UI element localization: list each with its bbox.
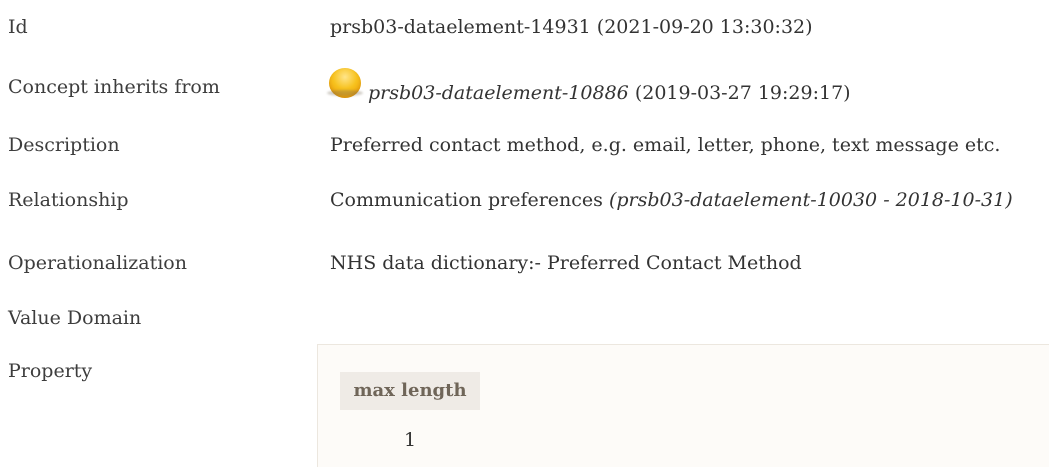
property-column-header: max length: [340, 372, 480, 410]
inherits-value: prsb03-dataelement-10886 (2019-03-27 19:…: [368, 82, 851, 104]
property-label: Property: [8, 360, 93, 382]
relationship-name: Communication preferences: [330, 189, 609, 211]
description-row: Description Preferred contact method, e.…: [0, 134, 1049, 164]
value-domain-label: Value Domain: [8, 307, 142, 329]
relationship-row: Relationship Communication preferences (…: [0, 189, 1049, 219]
inherit-circle-icon: [329, 68, 361, 98]
inherits-label: Concept inherits from: [8, 76, 220, 98]
value-domain-row: Value Domain: [0, 307, 1049, 337]
inherits-row: Concept inherits from prsb03-dataelement…: [0, 68, 1049, 106]
id-row: Id prsb03-dataelement-14931 (2021-09-20 …: [0, 16, 1049, 46]
description-label: Description: [8, 134, 120, 156]
inherits-ref-link[interactable]: prsb03-dataelement-10886: [368, 82, 629, 104]
description-value: Preferred contact method, e.g. email, le…: [330, 134, 1001, 156]
relationship-label: Relationship: [8, 189, 129, 211]
property-table: max length 1: [317, 344, 1049, 467]
operationalization-label: Operationalization: [8, 252, 187, 274]
relationship-ref-link[interactable]: (prsb03-dataelement-10030 - 2018-10-31): [609, 189, 1013, 211]
inherits-date: (2019-03-27 19:29:17): [628, 82, 851, 104]
operationalization-row: Operationalization NHS data dictionary:-…: [0, 252, 1049, 282]
operationalization-value: NHS data dictionary:- Preferred Contact …: [330, 252, 802, 274]
id-label: Id: [8, 16, 28, 38]
id-value: prsb03-dataelement-14931 (2021-09-20 13:…: [330, 16, 813, 38]
relationship-value: Communication preferences (prsb03-datael…: [330, 189, 1013, 211]
property-cell: 1: [403, 429, 417, 451]
